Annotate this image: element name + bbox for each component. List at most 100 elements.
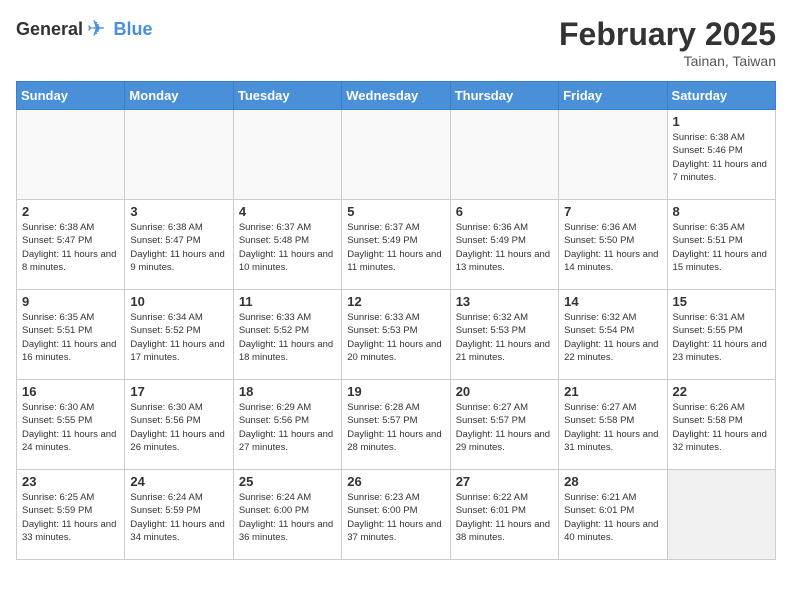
day-number: 1	[673, 114, 770, 129]
day-number: 9	[22, 294, 119, 309]
day-info: Sunrise: 6:26 AM Sunset: 5:58 PM Dayligh…	[673, 401, 770, 454]
calendar-cell: 22 Sunrise: 6:26 AM Sunset: 5:58 PM Dayli…	[667, 380, 775, 470]
calendar-cell: 21 Sunrise: 6:27 AM Sunset: 5:58 PM Dayli…	[559, 380, 667, 470]
day-header-wednesday: Wednesday	[342, 82, 450, 110]
day-info: Sunrise: 6:35 AM Sunset: 5:51 PM Dayligh…	[673, 221, 770, 274]
calendar-cell: 12Sunrise: 6:33 AM Sunset: 5:53 PM Dayli…	[342, 290, 450, 380]
calendar-cell: 13 Sunrise: 6:32 AM Sunset: 5:53 PM Dayli…	[450, 290, 558, 380]
day-number: 24	[130, 474, 227, 489]
day-number: 21	[564, 384, 661, 399]
day-number: 17	[130, 384, 227, 399]
calendar-cell: 16 Sunrise: 6:30 AM Sunset: 5:55 PM Dayli…	[17, 380, 125, 470]
day-info: Sunrise: 6:30 AM Sunset: 5:56 PM Dayligh…	[130, 401, 227, 454]
logo: General ✈ Blue	[16, 16, 153, 42]
day-info: Sunrise: 6:25 AM Sunset: 5:59 PM Dayligh…	[22, 491, 119, 544]
day-header-monday: Monday	[125, 82, 233, 110]
calendar-week-row: 23 Sunrise: 6:25 AM Sunset: 5:59 PM Dayli…	[17, 470, 776, 560]
day-info: Sunrise: 6:35 AM Sunset: 5:51 PM Dayligh…	[22, 311, 119, 364]
calendar-cell: 20Sunrise: 6:27 AM Sunset: 5:57 PM Dayli…	[450, 380, 558, 470]
calendar-week-row: 16 Sunrise: 6:30 AM Sunset: 5:55 PM Dayli…	[17, 380, 776, 470]
day-info: Sunrise: 6:30 AM Sunset: 5:55 PM Dayligh…	[22, 401, 119, 454]
calendar-cell: 25 Sunrise: 6:24 AM Sunset: 6:00 PM Dayli…	[233, 470, 341, 560]
day-info: Sunrise: 6:27 AM Sunset: 5:58 PM Dayligh…	[564, 401, 661, 454]
day-number: 16	[22, 384, 119, 399]
logo-bird-icon: ✈	[87, 16, 105, 42]
day-info: Sunrise: 6:31 AM Sunset: 5:55 PM Dayligh…	[673, 311, 770, 364]
day-number: 15	[673, 294, 770, 309]
day-number: 4	[239, 204, 336, 219]
calendar-cell	[125, 110, 233, 200]
logo-general: General	[16, 19, 83, 40]
calendar-subtitle: Tainan, Taiwan	[559, 53, 776, 69]
calendar-cell	[17, 110, 125, 200]
calendar-cell	[233, 110, 341, 200]
day-info: Sunrise: 6:24 AM Sunset: 6:00 PM Dayligh…	[239, 491, 336, 544]
calendar-cell: 9 Sunrise: 6:35 AM Sunset: 5:51 PM Daylig…	[17, 290, 125, 380]
calendar-cell: 8 Sunrise: 6:35 AM Sunset: 5:51 PM Daylig…	[667, 200, 775, 290]
day-info: Sunrise: 6:23 AM Sunset: 6:00 PM Dayligh…	[347, 491, 444, 544]
calendar-cell: 23 Sunrise: 6:25 AM Sunset: 5:59 PM Dayli…	[17, 470, 125, 560]
calendar-cell	[667, 470, 775, 560]
day-header-thursday: Thursday	[450, 82, 558, 110]
calendar-cell: 10 Sunrise: 6:34 AM Sunset: 5:52 PM Dayli…	[125, 290, 233, 380]
calendar-cell: 19Sunrise: 6:28 AM Sunset: 5:57 PM Dayli…	[342, 380, 450, 470]
calendar-table: SundayMondayTuesdayWednesdayThursdayFrid…	[16, 81, 776, 560]
calendar-cell: 2Sunrise: 6:38 AM Sunset: 5:47 PM Daylig…	[17, 200, 125, 290]
day-info: Sunrise: 6:28 AM Sunset: 5:57 PM Dayligh…	[347, 401, 444, 454]
day-info: Sunrise: 6:32 AM Sunset: 5:54 PM Dayligh…	[564, 311, 661, 364]
calendar-cell: 15 Sunrise: 6:31 AM Sunset: 5:55 PM Dayli…	[667, 290, 775, 380]
day-header-sunday: Sunday	[17, 82, 125, 110]
calendar-cell: 14 Sunrise: 6:32 AM Sunset: 5:54 PM Dayli…	[559, 290, 667, 380]
day-number: 27	[456, 474, 553, 489]
day-header-friday: Friday	[559, 82, 667, 110]
day-info: Sunrise: 6:33 AM Sunset: 5:52 PM Dayligh…	[239, 311, 336, 364]
day-header-saturday: Saturday	[667, 82, 775, 110]
day-number: 13	[456, 294, 553, 309]
day-number: 14	[564, 294, 661, 309]
calendar-cell: 18 Sunrise: 6:29 AM Sunset: 5:56 PM Dayli…	[233, 380, 341, 470]
calendar-week-row: 9 Sunrise: 6:35 AM Sunset: 5:51 PM Daylig…	[17, 290, 776, 380]
calendar-cell: 7 Sunrise: 6:36 AM Sunset: 5:50 PM Daylig…	[559, 200, 667, 290]
day-info: Sunrise: 6:34 AM Sunset: 5:52 PM Dayligh…	[130, 311, 227, 364]
day-number: 25	[239, 474, 336, 489]
day-number: 10	[130, 294, 227, 309]
day-number: 28	[564, 474, 661, 489]
day-number: 18	[239, 384, 336, 399]
day-info: Sunrise: 6:38 AM Sunset: 5:46 PM Dayligh…	[673, 131, 770, 184]
calendar-header-row: SundayMondayTuesdayWednesdayThursdayFrid…	[17, 82, 776, 110]
calendar-header: General ✈ Blue February 2025 Tainan, Tai…	[16, 16, 776, 69]
day-info: Sunrise: 6:32 AM Sunset: 5:53 PM Dayligh…	[456, 311, 553, 364]
day-info: Sunrise: 6:24 AM Sunset: 5:59 PM Dayligh…	[130, 491, 227, 544]
calendar-cell: 6Sunrise: 6:36 AM Sunset: 5:49 PM Daylig…	[450, 200, 558, 290]
day-info: Sunrise: 6:36 AM Sunset: 5:50 PM Dayligh…	[564, 221, 661, 274]
day-header-tuesday: Tuesday	[233, 82, 341, 110]
day-number: 3	[130, 204, 227, 219]
day-info: Sunrise: 6:21 AM Sunset: 6:01 PM Dayligh…	[564, 491, 661, 544]
calendar-cell: 3 Sunrise: 6:38 AM Sunset: 5:47 PM Daylig…	[125, 200, 233, 290]
logo-blue: Blue	[113, 19, 152, 40]
calendar-week-row: 1 Sunrise: 6:38 AM Sunset: 5:46 PM Daylig…	[17, 110, 776, 200]
day-number: 5	[347, 204, 444, 219]
calendar-cell: 5Sunrise: 6:37 AM Sunset: 5:49 PM Daylig…	[342, 200, 450, 290]
day-info: Sunrise: 6:38 AM Sunset: 5:47 PM Dayligh…	[130, 221, 227, 274]
day-number: 8	[673, 204, 770, 219]
day-info: Sunrise: 6:33 AM Sunset: 5:53 PM Dayligh…	[347, 311, 444, 364]
calendar-cell	[342, 110, 450, 200]
day-number: 22	[673, 384, 770, 399]
calendar-cell: 26Sunrise: 6:23 AM Sunset: 6:00 PM Dayli…	[342, 470, 450, 560]
day-info: Sunrise: 6:29 AM Sunset: 5:56 PM Dayligh…	[239, 401, 336, 454]
calendar-cell: 11 Sunrise: 6:33 AM Sunset: 5:52 PM Dayli…	[233, 290, 341, 380]
title-area: February 2025 Tainan, Taiwan	[559, 16, 776, 69]
day-number: 7	[564, 204, 661, 219]
calendar-cell: 27Sunrise: 6:22 AM Sunset: 6:01 PM Dayli…	[450, 470, 558, 560]
calendar-week-row: 2Sunrise: 6:38 AM Sunset: 5:47 PM Daylig…	[17, 200, 776, 290]
calendar-cell	[559, 110, 667, 200]
calendar-cell: 17 Sunrise: 6:30 AM Sunset: 5:56 PM Dayli…	[125, 380, 233, 470]
day-number: 11	[239, 294, 336, 309]
day-info: Sunrise: 6:38 AM Sunset: 5:47 PM Dayligh…	[22, 221, 119, 274]
calendar-cell	[450, 110, 558, 200]
day-number: 20	[456, 384, 553, 399]
calendar-cell: 1 Sunrise: 6:38 AM Sunset: 5:46 PM Daylig…	[667, 110, 775, 200]
day-number: 6	[456, 204, 553, 219]
day-number: 23	[22, 474, 119, 489]
